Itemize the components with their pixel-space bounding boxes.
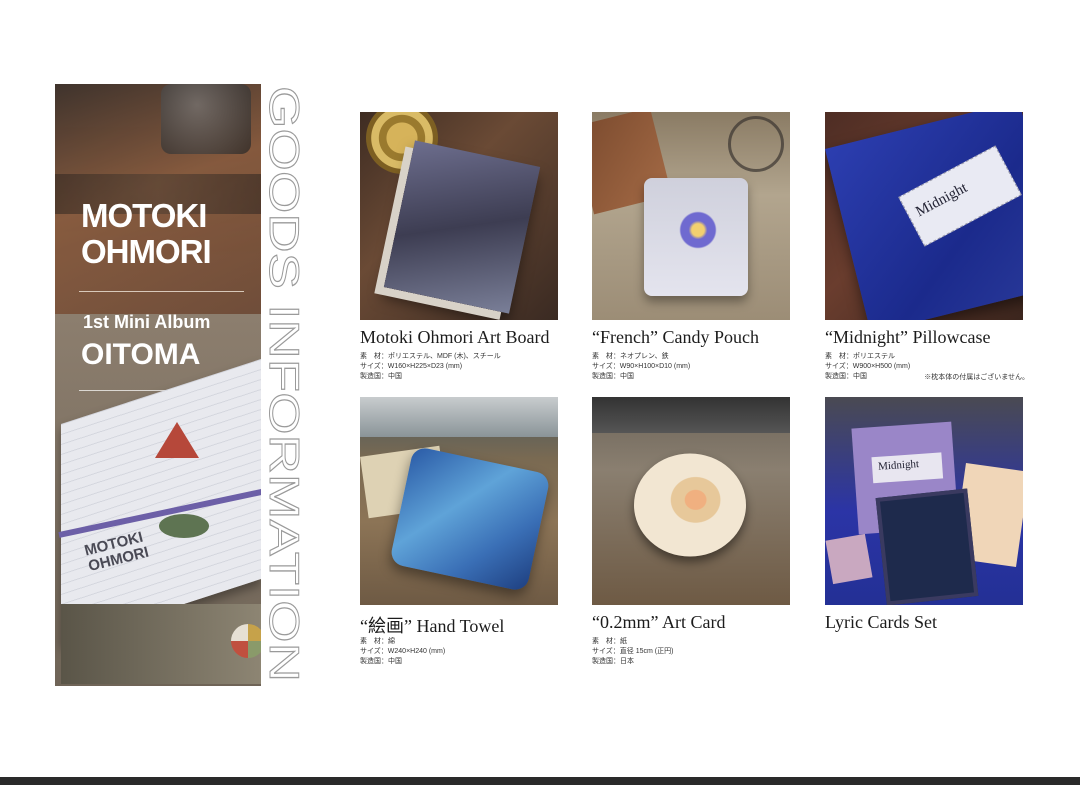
spec-material: 素 材：ネオプレン、鉄	[592, 353, 669, 360]
spec-size: サイズ：直径 15cm (正円)	[592, 648, 674, 655]
spec-origin: 製造国：中国	[360, 373, 402, 380]
art-card-object	[634, 453, 746, 557]
album-banner: MOTOKI OHMORI 1st Mini Album OITOMA MOTO…	[55, 84, 261, 686]
product-name: “Midnight” Pillowcase	[825, 327, 991, 347]
hand-towel-photo	[360, 397, 558, 605]
product-note: ※枕本体の付属はございません。	[924, 374, 1029, 381]
artist-name-line2: OHMORI	[81, 233, 212, 270]
art-board-photo	[360, 112, 558, 320]
spec-material: 素 材：ポリエステル、MDF (木)、スチール	[360, 353, 501, 360]
product-name: “0.2mm” Art Card	[592, 612, 726, 632]
spec-material: 素 材：ポリエステル	[825, 353, 895, 360]
spec-origin: 製造国：中国	[360, 658, 402, 665]
artist-name-line1: MOTOKI	[81, 197, 207, 234]
product-specs: 素 材：ネオプレン、鉄 サイズ：W90×H100×D10 (mm) 製造国：中国	[592, 352, 802, 382]
red-triangle-graphic	[155, 422, 199, 458]
lyric-cards-photo: Midnight	[825, 397, 1023, 605]
camera-object	[161, 84, 251, 154]
product-name: “絵画” Hand Towel	[360, 616, 505, 636]
card-label-text: Midnight	[877, 458, 920, 473]
lyric-card-small	[825, 533, 873, 585]
ticket-text: Midnight	[913, 179, 971, 221]
pouch-artwork	[676, 208, 720, 252]
lyric-card-portrait	[875, 488, 979, 605]
album-title: OITOMA	[81, 338, 201, 371]
product-specs: 素 材：ポリエステル、MDF (木)、スチール サイズ：W160×H225×D2…	[360, 352, 570, 382]
towel-object	[389, 445, 551, 593]
spec-material: 素 材：紙	[592, 638, 627, 645]
goods-information-heading: GOODS INFORMATION	[262, 84, 306, 686]
spec-size: サイズ：W90×H100×D10 (mm)	[592, 363, 691, 370]
circle-graphic	[231, 624, 261, 658]
goods-information-text: GOODS INFORMATION	[262, 86, 306, 682]
spec-size: サイズ：W900×H500 (mm)	[825, 363, 911, 370]
keys-object	[728, 116, 784, 172]
bottom-border	[0, 777, 1080, 785]
album-box-photo: MOTOKI OHMORI	[55, 359, 261, 684]
window-frame-object	[592, 397, 790, 433]
green-oval-graphic	[159, 514, 209, 538]
divider	[79, 291, 244, 292]
candy-pouch-photo	[592, 112, 790, 320]
product-name: Motoki Ohmori Art Board	[360, 327, 550, 347]
spec-size: サイズ：W160×H225×D23 (mm)	[360, 363, 463, 370]
spec-size: サイズ：W240×H240 (mm)	[360, 648, 446, 655]
card-label: Midnight	[871, 452, 944, 484]
artist-name: MOTOKI OHMORI	[81, 197, 212, 270]
product-name: Lyric Cards Set	[825, 612, 937, 632]
album-subtitle: 1st Mini Album	[83, 312, 211, 332]
product-name: “French” Candy Pouch	[592, 327, 759, 347]
spec-origin: 製造国：日本	[592, 658, 634, 665]
spec-origin: 製造国：中国	[592, 373, 634, 380]
spec-material: 素 材：綿	[360, 638, 395, 645]
window-object	[360, 397, 558, 437]
art-card-photo	[592, 397, 790, 605]
product-specs: 素 材：綿 サイズ：W240×H240 (mm) 製造国：中国	[360, 637, 570, 667]
pillowcase-photo: Midnight	[825, 112, 1023, 320]
product-specs: 素 材：紙 サイズ：直径 15cm (正円) 製造国：日本	[592, 637, 802, 667]
